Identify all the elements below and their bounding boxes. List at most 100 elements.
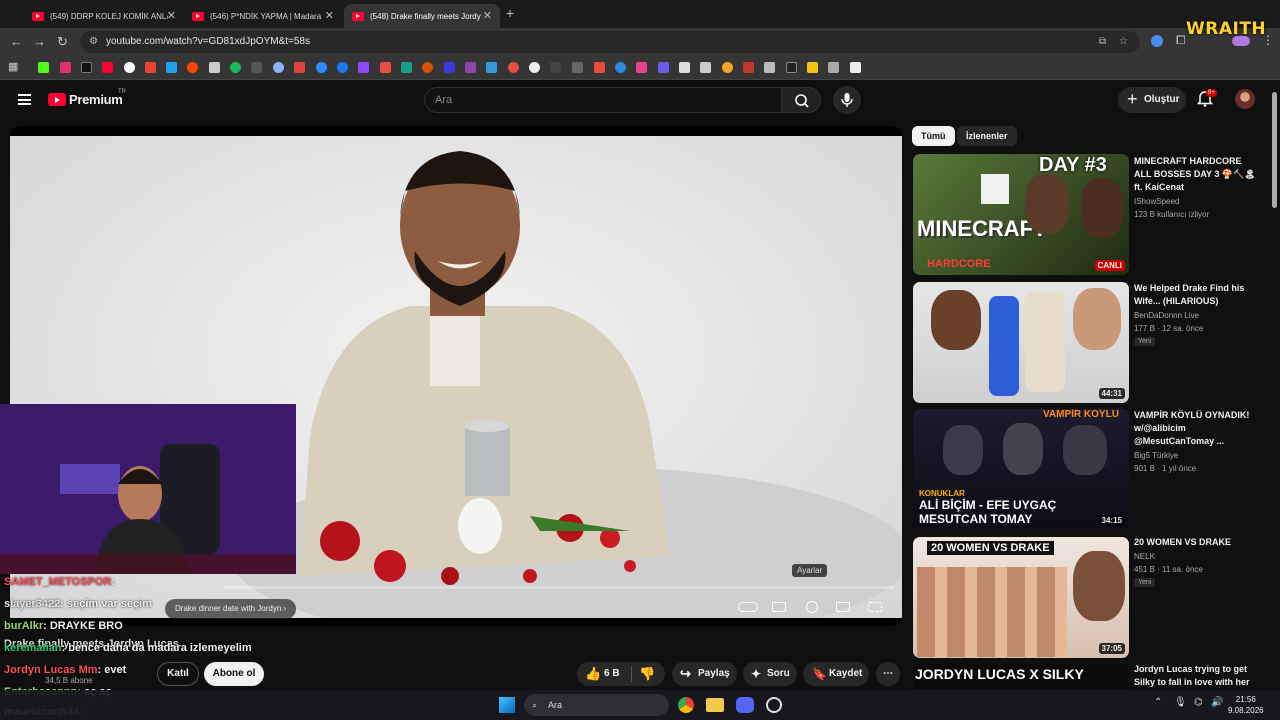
- bookmark-icon[interactable]: [251, 62, 262, 73]
- extensions-puzzle-icon[interactable]: ⧠: [1176, 33, 1186, 48]
- save-button[interactable]: 🔖 Kaydet: [803, 662, 869, 686]
- chip-watched[interactable]: İzlenenler: [957, 126, 1017, 146]
- fullscreen-icon[interactable]: [868, 602, 882, 612]
- miniplayer-icon[interactable]: [836, 602, 850, 612]
- site-info-icon[interactable]: ⚙: [89, 31, 98, 53]
- menu-icon[interactable]: [18, 94, 31, 105]
- bookmark-icon[interactable]: [166, 62, 177, 73]
- account-avatar[interactable]: [1235, 89, 1255, 109]
- settings-gear-icon[interactable]: [806, 601, 818, 613]
- browser-tab-active[interactable]: (548) Drake finally meets Jordy ✕: [344, 4, 500, 28]
- bookmark-icon[interactable]: [465, 62, 476, 73]
- reddit-bookmark-icon[interactable]: [187, 62, 198, 73]
- system-clock[interactable]: 21:56 9.08.2026: [1228, 694, 1264, 716]
- bookmark-icon[interactable]: [594, 62, 605, 73]
- bookmark-icon[interactable]: [636, 62, 647, 73]
- twitch-bookmark-icon[interactable]: [358, 62, 369, 73]
- bookmark-icon[interactable]: [316, 62, 327, 73]
- reload-icon[interactable]: ↻: [57, 34, 68, 50]
- bookmark-icon[interactable]: [828, 62, 839, 73]
- video-title[interactable]: We Helped Drake Find his Wife... (HILARI…: [1134, 282, 1260, 308]
- instagram-bookmark-icon[interactable]: [60, 62, 71, 73]
- progress-bar[interactable]: [224, 586, 894, 589]
- forward-icon[interactable]: →: [33, 34, 46, 49]
- bookmark-icon[interactable]: [273, 62, 284, 73]
- system-tray-chevron-icon[interactable]: ⌃: [1154, 697, 1162, 708]
- channel-name[interactable]: Big5 Türkiye: [1134, 449, 1264, 462]
- autoplay-toggle[interactable]: [738, 602, 758, 612]
- more-actions-button[interactable]: ⋯: [876, 662, 900, 686]
- bookmark-icon[interactable]: [722, 62, 733, 73]
- new-tab-button[interactable]: +: [506, 5, 514, 21]
- voice-search-button[interactable]: [833, 86, 861, 114]
- bookmark-icon[interactable]: [658, 62, 669, 73]
- app-icon[interactable]: [766, 697, 782, 713]
- volume-icon[interactable]: 🔊: [1211, 697, 1223, 708]
- like-icon[interactable]: 👍: [585, 662, 601, 686]
- bookmark-icon[interactable]: [508, 62, 519, 73]
- apps-grid-icon[interactable]: ▦: [8, 60, 18, 73]
- video-thumbnail[interactable]: VAMPİR KÖYLÜ KONUKLAR ALİ BİÇİM - EFE UY…: [913, 409, 1129, 530]
- microphone-tray-icon[interactable]: 🎙: [1174, 697, 1187, 708]
- bookmark-icon[interactable]: [807, 62, 818, 73]
- extension-icon[interactable]: [1151, 35, 1163, 47]
- search-button[interactable]: [781, 87, 821, 113]
- join-button[interactable]: Katıl: [157, 662, 199, 686]
- bookmark-icon[interactable]: [209, 62, 220, 73]
- chip-all[interactable]: Tümü: [912, 126, 955, 146]
- share-button[interactable]: ↪ Paylaş: [672, 662, 737, 686]
- tab-close-icon[interactable]: ✕: [325, 9, 334, 22]
- tab-close-icon[interactable]: ✕: [167, 9, 176, 22]
- bookmark-icon[interactable]: [764, 62, 775, 73]
- video-thumbnail[interactable]: JORDYN LUCAS X SILKY: [913, 664, 1129, 690]
- bookmark-star-icon[interactable]: ☆: [1119, 31, 1128, 53]
- subscribe-button[interactable]: Abone ol: [204, 662, 264, 686]
- file-explorer-icon[interactable]: [706, 698, 724, 712]
- video-thumbnail[interactable]: 44:31: [913, 282, 1129, 403]
- bookmark-icon[interactable]: [743, 62, 754, 73]
- bookmark-icon[interactable]: [615, 62, 626, 73]
- bookmark-icon[interactable]: [294, 62, 305, 73]
- bookmark-icon[interactable]: [572, 62, 583, 73]
- channel-name[interactable]: BenDaDonnn Live: [1134, 309, 1264, 322]
- dislike-icon[interactable]: 👎: [639, 662, 655, 686]
- facebook-bookmark-icon[interactable]: [337, 62, 348, 73]
- search-input[interactable]: Ara: [424, 87, 782, 113]
- like-count[interactable]: 6 B: [604, 662, 620, 686]
- google-bookmark-icon[interactable]: [124, 62, 135, 73]
- bookmark-icon[interactable]: [529, 62, 540, 73]
- windows-start-icon[interactable]: [499, 697, 515, 713]
- video-title[interactable]: VAMPİR KÖYLÜ OYNADIK! w/@alibicim @Mesut…: [1134, 409, 1260, 448]
- page-scrollbar[interactable]: [1272, 92, 1277, 208]
- bookmark-icon[interactable]: [380, 62, 391, 73]
- channel-name[interactable]: IShowSpeed: [1134, 195, 1264, 208]
- taskbar-search[interactable]: ⌕ Ara: [524, 694, 669, 716]
- kick-bookmark-icon[interactable]: [38, 62, 49, 73]
- bookmark-icon[interactable]: [700, 62, 711, 73]
- video-thumbnail[interactable]: 20 WOMEN VS DRAKE 37:05: [913, 537, 1129, 658]
- address-bar[interactable]: ⚙ youtube.com/watch?v=GD81xdJpOYM&t=58s …: [80, 31, 1140, 53]
- install-app-icon[interactable]: ⧉: [1099, 31, 1106, 53]
- x-bookmark-icon[interactable]: [81, 62, 92, 73]
- tab-close-icon[interactable]: ✕: [483, 9, 492, 22]
- channel-name[interactable]: NELK: [1134, 550, 1264, 563]
- video-title[interactable]: 20 WOMEN VS DRAKE: [1134, 536, 1260, 549]
- youtube-bookmark-icon[interactable]: [102, 62, 113, 73]
- bookmark-icon[interactable]: [679, 62, 690, 73]
- discord-icon[interactable]: [736, 697, 754, 713]
- browser-tab[interactable]: (546) P*NDİK YAPMA | Madara ✕: [184, 4, 342, 28]
- bookmark-icon[interactable]: [486, 62, 497, 73]
- bookmark-icon[interactable]: [550, 62, 561, 73]
- bookmark-icon[interactable]: [850, 62, 861, 73]
- browser-tab[interactable]: (549) DDRP KOLEJ KOMİK ANLA ✕: [24, 4, 184, 28]
- bookmark-icon[interactable]: [401, 62, 412, 73]
- bookmark-icon[interactable]: [422, 62, 433, 73]
- chrome-icon[interactable]: [678, 697, 694, 713]
- subtitles-icon[interactable]: [772, 602, 786, 612]
- youtube-logo-icon[interactable]: [48, 93, 66, 106]
- video-title[interactable]: Jordyn Lucas trying to get Silky to fall…: [1134, 663, 1260, 689]
- network-icon[interactable]: ⌬: [1194, 697, 1203, 708]
- create-button[interactable]: Oluştur: [1118, 86, 1186, 113]
- video-title[interactable]: MINECRAFT HARDCORE ALL BOSSES DAY 3 🍄🔨🏝 …: [1134, 155, 1260, 194]
- ask-button[interactable]: ✦ Soru: [743, 662, 797, 686]
